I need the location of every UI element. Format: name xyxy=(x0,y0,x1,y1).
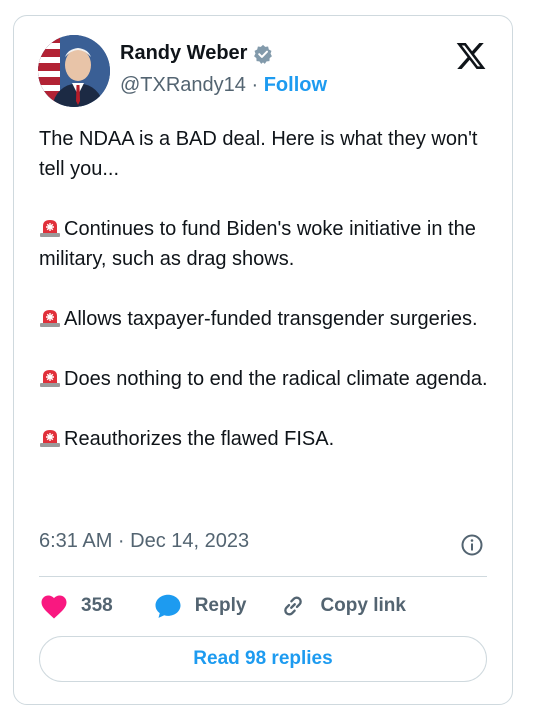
divider xyxy=(39,576,487,577)
author-name[interactable]: Randy Weber xyxy=(120,42,247,65)
paragraph-text: Continues to fund Biden's woke initiativ… xyxy=(39,218,476,270)
info-icon[interactable] xyxy=(460,533,484,557)
tweet-paragraph: Reauthorizes the flawed FISA. xyxy=(39,424,499,454)
reply-label: Reply xyxy=(194,595,247,616)
siren-emoji-icon xyxy=(40,220,60,237)
follow-button[interactable]: Follow xyxy=(264,74,327,96)
link-icon xyxy=(284,596,303,616)
handle-separator: · xyxy=(251,74,259,96)
paragraph-text: The NDAA is a BAD deal. Here is what the… xyxy=(39,128,478,180)
tweet-text: The NDAA is a BAD deal. Here is what the… xyxy=(39,124,499,454)
paragraph-text: Allows taxpayer-funded transgender surge… xyxy=(64,308,478,330)
read-replies-label: Read 98 replies xyxy=(193,648,333,669)
siren-emoji-icon xyxy=(40,430,60,447)
tweet-paragraph: Allows taxpayer-funded transgender surge… xyxy=(39,304,499,334)
read-replies-button[interactable]: Read 98 replies xyxy=(39,636,487,682)
paragraph-text: Reauthorizes the flawed FISA. xyxy=(64,428,335,450)
paragraph-text: Does nothing to end the radical climate … xyxy=(64,368,488,390)
copy-link-label: Copy link xyxy=(320,595,406,616)
author-handle[interactable]: @TXRandy14 xyxy=(120,74,246,96)
handle-row: @TXRandy14 · Follow xyxy=(120,74,327,97)
siren-emoji-icon xyxy=(40,370,60,387)
author-name-row: Randy Weber xyxy=(120,42,273,65)
siren-emoji-icon xyxy=(40,310,60,327)
tweet-timestamp[interactable]: 6:31 AM · Dec 14, 2023 xyxy=(39,530,249,553)
action-bar: 358 Reply Copy link xyxy=(39,588,406,624)
tweet-card[interactable]: Randy Weber @TXRandy14 · Follow The NDAA… xyxy=(13,15,513,705)
like-count: 358 xyxy=(81,595,113,616)
like-button[interactable]: 358 xyxy=(39,592,153,620)
copy-link-button[interactable]: Copy link xyxy=(278,592,406,620)
tweet-paragraph: Does nothing to end the radical climate … xyxy=(39,364,499,394)
avatar[interactable] xyxy=(38,35,110,107)
reply-button[interactable]: Reply xyxy=(153,592,247,620)
avatar-image xyxy=(38,35,110,107)
heart-icon xyxy=(41,595,67,619)
speech-bubble-icon xyxy=(155,594,181,618)
verified-badge-icon xyxy=(254,44,273,64)
x-logo-icon[interactable] xyxy=(455,40,487,72)
tweet-paragraph: Continues to fund Biden's woke initiativ… xyxy=(39,214,499,274)
tweet-paragraph: The NDAA is a BAD deal. Here is what the… xyxy=(39,124,499,184)
